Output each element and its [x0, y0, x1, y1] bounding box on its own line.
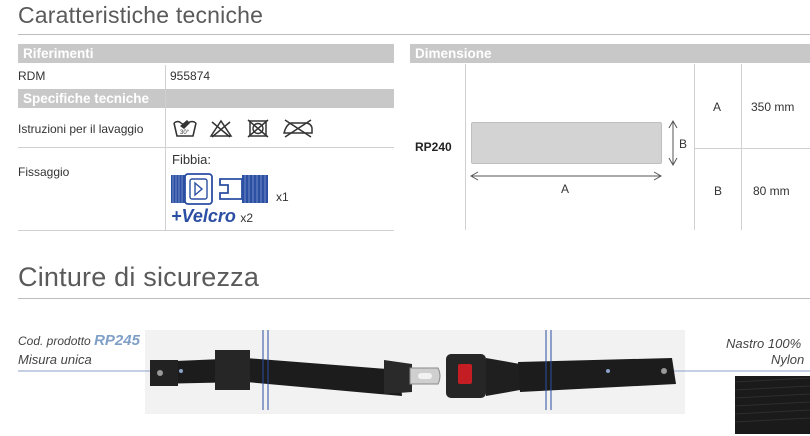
belts-title-rule: [18, 298, 810, 299]
no-tumble-dry-icon: [247, 119, 269, 138]
seat-belt-image: [18, 330, 810, 434]
dimension-arrows: [469, 119, 678, 181]
dim-a-marker: A: [561, 182, 570, 196]
dim-row-b-value: 80 mm: [753, 184, 790, 198]
dim-b-marker: B: [679, 137, 688, 151]
left-table-column-divider: [165, 65, 166, 231]
velcro-label: +Velcro: [171, 206, 236, 226]
dim-divider-3: [741, 64, 742, 230]
dimensione-header: Dimensione: [410, 44, 810, 63]
model-label: RP240: [415, 140, 452, 154]
svg-text:30°: 30°: [180, 130, 190, 136]
dim-row-a-value: 350 mm: [751, 100, 795, 114]
rdm-value: 955874: [170, 69, 211, 83]
specifiche-header: Specifiche tecniche: [18, 89, 394, 108]
dim-row-b-key: B: [714, 184, 723, 198]
wash-label: Istruzioni per il lavaggio: [18, 122, 144, 136]
dim-row-a-key: A: [713, 100, 722, 114]
riferimenti-header: Riferimenti: [18, 44, 394, 63]
rdm-label: RDM: [18, 69, 46, 83]
fix-label: Fissaggio: [18, 165, 70, 179]
dim-divider-1: [465, 64, 466, 230]
no-bleach-icon: [210, 119, 233, 138]
buckle-velcro-icon: [171, 173, 268, 205]
specs-section-title: Caratteristiche tecniche: [18, 2, 264, 28]
no-iron-icon: [283, 119, 314, 138]
left-table-bottom: [18, 230, 394, 231]
dim-row-divider: [694, 148, 810, 149]
fibbia-label: Fibbia:: [172, 152, 212, 167]
row-divider: [18, 147, 394, 148]
belts-section-title: Cinture di sicurezza: [18, 262, 260, 292]
dim-divider-2: [694, 64, 695, 230]
wash-icons: 30°: [172, 118, 321, 143]
fibbia-qty: x1: [276, 190, 289, 204]
velcro-line: +Velcro x2: [171, 206, 253, 227]
velcro-qty: x2: [240, 211, 254, 225]
wash-30-icon: 30°: [173, 120, 197, 137]
specs-title-rule: [18, 34, 810, 35]
